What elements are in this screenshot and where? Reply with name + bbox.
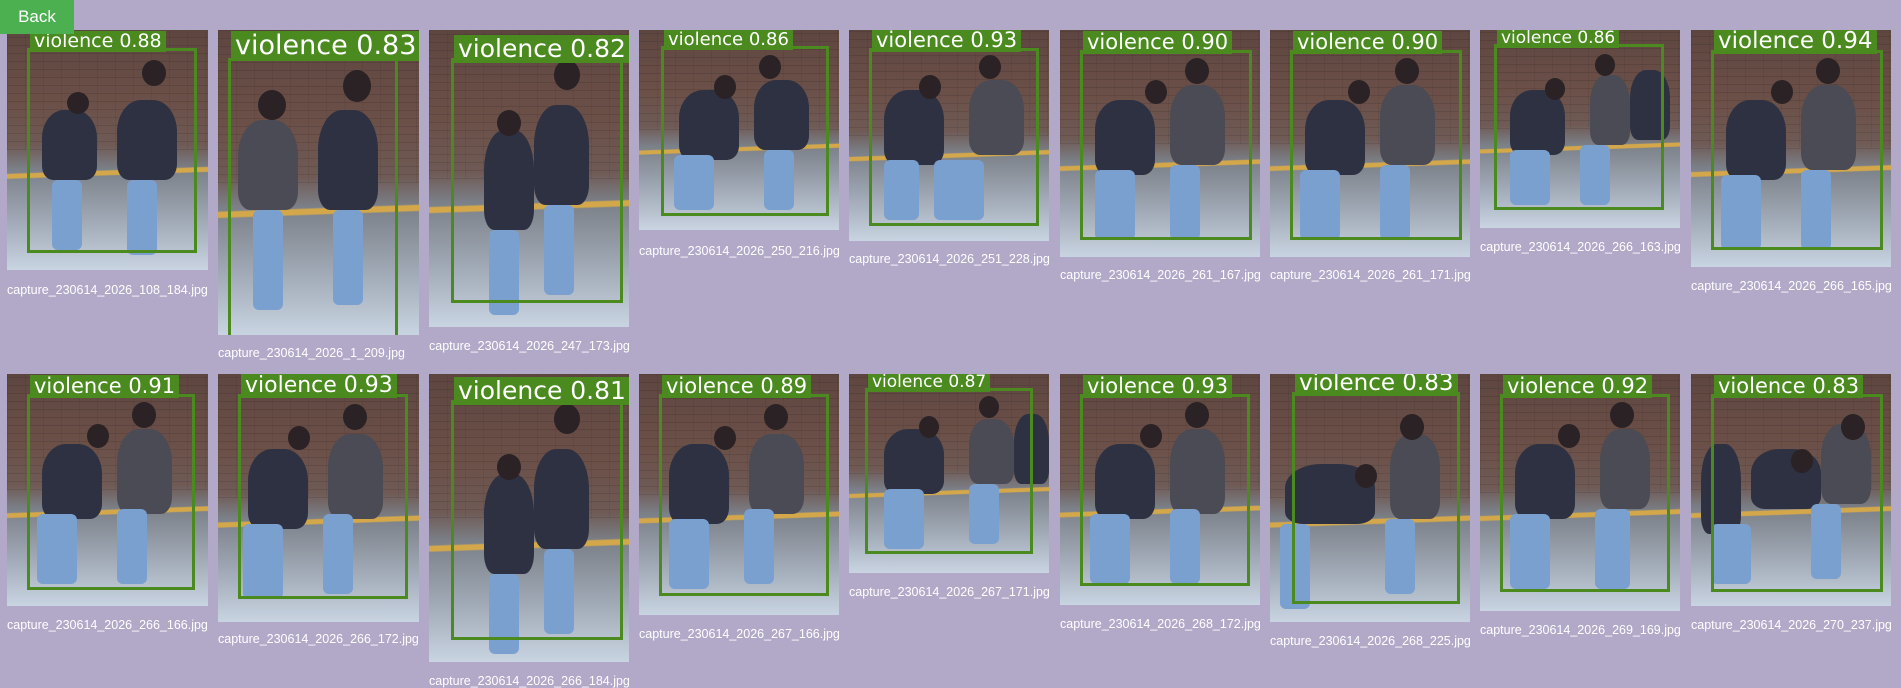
gallery-item[interactable]: violence 0.91 capture_230614_2026_266_16… <box>7 374 208 632</box>
detection-image[interactable]: violence 0.88 <box>7 30 208 270</box>
gallery-item[interactable]: violence 0.90 capture_230614_2026_261_17… <box>1270 30 1471 282</box>
detection-label: violence 0.83 <box>1295 374 1458 397</box>
image-filename: capture_230614_2026_1_209.jpg <box>218 346 405 360</box>
gallery-item[interactable]: violence 0.93 capture_230614_2026_268_17… <box>1060 374 1261 631</box>
detection-box: violence 0.92 <box>1500 374 1670 592</box>
detection-image[interactable]: violence 0.93 <box>218 374 419 622</box>
detection-image[interactable]: violence 0.93 <box>849 30 1049 241</box>
detection-box: violence 0.94 <box>1711 30 1883 250</box>
detection-image[interactable]: violence 0.83 <box>218 30 419 335</box>
image-filename: capture_230614_2026_267_171.jpg <box>849 585 1050 599</box>
detection-box: violence 0.90 <box>1080 30 1252 240</box>
detection-box: violence 0.93 <box>869 30 1039 226</box>
detection-image[interactable]: violence 0.86 <box>639 30 839 230</box>
gallery-item[interactable]: violence 0.83 capture_230614_2026_1_209.… <box>218 30 419 360</box>
gallery-item[interactable]: violence 0.89 capture_230614_2026_267_16… <box>639 374 840 641</box>
image-filename: capture_230614_2026_251_228.jpg <box>849 252 1050 266</box>
detection-label: violence 0.94 <box>1714 30 1877 55</box>
detection-image[interactable]: violence 0.83 <box>1270 374 1470 622</box>
image-filename: capture_230614_2026_261_167.jpg <box>1060 268 1261 282</box>
image-filename: capture_230614_2026_261_171.jpg <box>1270 268 1471 282</box>
gallery-item[interactable]: violence 0.86 capture_230614_2026_266_16… <box>1480 30 1681 254</box>
image-filename: capture_230614_2026_266_166.jpg <box>7 618 208 632</box>
gallery-item[interactable]: violence 0.82 capture_230614_2026_247_17… <box>429 30 630 353</box>
gallery-item[interactable]: violence 0.93 capture_230614_2026_251_22… <box>849 30 1050 266</box>
detection-image[interactable]: violence 0.90 <box>1270 30 1470 257</box>
detection-label: violence 0.81 <box>454 377 629 405</box>
detection-label: violence 0.83 <box>1714 374 1864 399</box>
detection-box: violence 0.83 <box>1711 374 1883 592</box>
detection-image[interactable]: violence 0.89 <box>639 374 839 615</box>
image-gallery: violence 0.88 capture_230614_2026_108_18… <box>0 0 1901 688</box>
detection-image[interactable]: violence 0.86 <box>1480 30 1680 228</box>
detection-image[interactable]: violence 0.82 <box>429 30 629 327</box>
image-filename: capture_230614_2026_267_166.jpg <box>639 627 840 641</box>
gallery-item[interactable]: violence 0.94 capture_230614_2026_266_16… <box>1691 30 1892 293</box>
detection-box: violence 0.83 <box>1292 374 1460 604</box>
detection-label: violence 0.93 <box>1083 374 1233 399</box>
detection-label: violence 0.86 <box>1497 30 1620 48</box>
image-filename: capture_230614_2026_266_165.jpg <box>1691 279 1892 293</box>
detection-label: violence 0.82 <box>454 35 629 63</box>
gallery-item[interactable]: violence 0.86 capture_230614_2026_250_21… <box>639 30 840 258</box>
detection-image[interactable]: violence 0.94 <box>1691 30 1891 267</box>
detection-box: violence 0.83 <box>228 31 419 335</box>
detection-box: violence 0.88 <box>27 31 197 253</box>
gallery-item[interactable]: violence 0.93 capture_230614_2026_266_17… <box>218 374 419 646</box>
detection-label: violence 0.90 <box>1293 30 1443 55</box>
detection-label: violence 0.93 <box>241 374 397 399</box>
detection-image[interactable]: violence 0.90 <box>1060 30 1260 257</box>
image-filename: capture_230614_2026_266_172.jpg <box>218 632 419 646</box>
detection-label: violence 0.88 <box>30 31 166 52</box>
detection-box: violence 0.89 <box>659 374 829 596</box>
detection-image[interactable]: violence 0.92 <box>1480 374 1680 611</box>
detection-box: violence 0.86 <box>1494 30 1664 210</box>
detection-box: violence 0.90 <box>1290 30 1462 240</box>
detection-box: violence 0.93 <box>238 374 408 599</box>
detection-label: violence 0.83 <box>231 31 419 61</box>
image-filename: capture_230614_2026_250_216.jpg <box>639 244 840 258</box>
detection-box: violence 0.82 <box>451 35 629 303</box>
detection-box: violence 0.86 <box>661 30 829 216</box>
detection-label: violence 0.87 <box>868 374 991 392</box>
image-filename: capture_230614_2026_266_163.jpg <box>1480 240 1681 254</box>
detection-label: violence 0.92 <box>1503 374 1653 399</box>
detection-image[interactable]: violence 0.87 <box>849 374 1049 573</box>
back-button[interactable]: Back <box>0 0 74 34</box>
image-filename: capture_230614_2026_269_169.jpg <box>1480 623 1681 637</box>
image-filename: capture_230614_2026_268_225.jpg <box>1270 634 1471 648</box>
gallery-item[interactable]: violence 0.81 capture_230614_2026_266_18… <box>429 374 630 688</box>
image-filename: capture_230614_2026_270_237.jpg <box>1691 618 1892 632</box>
image-filename: capture_230614_2026_268_172.jpg <box>1060 617 1261 631</box>
detection-image[interactable]: violence 0.91 <box>7 374 208 606</box>
gallery-item[interactable]: violence 0.83 capture_230614_2026_270_23… <box>1691 374 1892 632</box>
gallery-item[interactable]: violence 0.88 capture_230614_2026_108_18… <box>7 30 208 297</box>
detection-box: violence 0.91 <box>27 374 195 590</box>
detection-image[interactable]: violence 0.83 <box>1691 374 1891 606</box>
image-filename: capture_230614_2026_266_184.jpg <box>429 674 630 688</box>
gallery-item[interactable]: violence 0.87 capture_230614_2026_267_17… <box>849 374 1050 599</box>
detection-box: violence 0.93 <box>1080 374 1250 586</box>
detection-label: violence 0.89 <box>662 374 812 399</box>
gallery-item[interactable]: violence 0.83 capture_230614_2026_268_22… <box>1270 374 1471 648</box>
detection-label: violence 0.91 <box>30 374 180 399</box>
detection-box: violence 0.87 <box>865 374 1033 554</box>
gallery-item[interactable]: violence 0.90 capture_230614_2026_261_16… <box>1060 30 1261 282</box>
image-filename: capture_230614_2026_108_184.jpg <box>7 283 208 297</box>
detection-image[interactable]: violence 0.93 <box>1060 374 1260 605</box>
image-filename: capture_230614_2026_247_173.jpg <box>429 339 630 353</box>
detection-label: violence 0.86 <box>664 30 793 50</box>
detection-label: violence 0.93 <box>872 30 1022 53</box>
detection-label: violence 0.90 <box>1083 30 1233 55</box>
detection-box: violence 0.81 <box>451 377 629 640</box>
detection-image[interactable]: violence 0.81 <box>429 374 629 662</box>
gallery-item[interactable]: violence 0.92 capture_230614_2026_269_16… <box>1480 374 1681 637</box>
